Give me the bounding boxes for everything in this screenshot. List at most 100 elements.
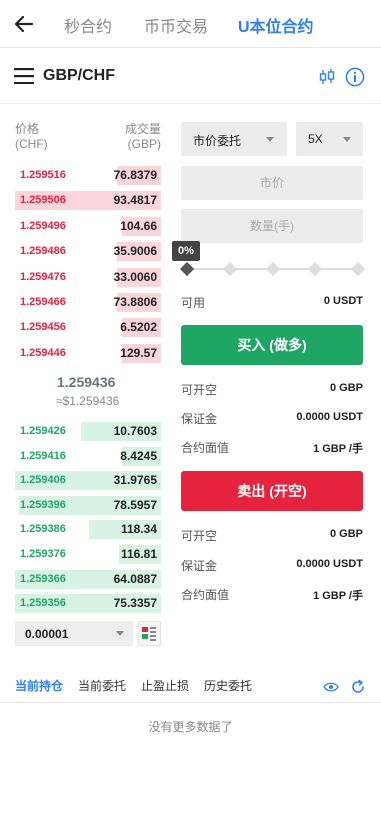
row-volume: 104.66 — [120, 218, 157, 233]
row-price: 1.259456 — [20, 321, 66, 334]
bid-row[interactable]: 1.259416 8.4245 — [15, 446, 161, 466]
ask-row[interactable]: 1.259466 73.8806 — [15, 293, 161, 312]
row-price: 1.259426 — [20, 425, 66, 437]
tab-spot-trading[interactable]: 币币交易 — [144, 13, 208, 37]
row-price: 1.259446 — [20, 346, 66, 359]
row-volume: 76.8379 — [113, 168, 157, 182]
last-price-usd: ≈$1.259436 — [56, 394, 120, 408]
section-divider — [0, 702, 381, 703]
quantity-input[interactable]: 数量(手) — [181, 209, 363, 243]
price-input[interactable]: 市价 — [181, 166, 363, 200]
row-volume: 31.9765 — [113, 473, 157, 488]
buy-long-button[interactable]: 买入 (做多) — [181, 325, 363, 365]
bid-row[interactable]: 1.259356 75.3357 — [15, 594, 161, 614]
row-price: 1.259366 — [20, 572, 66, 585]
row-price: 1.259416 — [20, 449, 66, 462]
chevron-down-icon — [116, 631, 124, 636]
bid-row[interactable]: 1.259396 78.5957 — [15, 495, 161, 515]
order-type-select[interactable]: 市价委托 — [181, 122, 287, 156]
pair-title[interactable]: GBP/CHF — [43, 67, 115, 85]
row-price: 1.259376 — [20, 548, 66, 560]
chevron-down-icon — [343, 137, 351, 142]
tab-second-contract[interactable]: 秒合约 — [64, 13, 112, 37]
bid-row[interactable]: 1.259366 64.0887 — [15, 569, 161, 589]
top-nav: 秒合约 币币交易 U本位合约 — [0, 0, 381, 48]
eye-icon[interactable] — [323, 681, 339, 693]
order-type-value: 市价委托 — [193, 134, 242, 148]
sell-face-value-value: 1 GBP /手 — [313, 590, 363, 602]
row-price: 1.259386 — [20, 523, 66, 536]
row-volume: 8.4245 — [120, 448, 157, 463]
slider-stop-25[interactable] — [222, 261, 238, 277]
ask-row[interactable]: 1.259496 104.66 — [15, 216, 161, 236]
empty-state-text: 没有更多数据了 — [148, 720, 233, 734]
row-price: 1.259406 — [20, 474, 66, 487]
row-volume: 78.5957 — [113, 497, 157, 512]
row-price: 1.259476 — [20, 270, 66, 283]
depth-layout-icon[interactable] — [138, 621, 161, 646]
sell-openable-label: 可开空 — [181, 529, 218, 543]
price-placeholder: 市价 — [259, 176, 284, 190]
buy-margin-label: 保证金 — [181, 412, 218, 426]
leverage-select[interactable]: 5X — [296, 122, 363, 156]
slider-stop-100[interactable] — [350, 261, 366, 277]
price-header-label: 价格 — [15, 122, 40, 136]
quantity-placeholder: 数量(手) — [250, 219, 294, 233]
row-price: 1.259496 — [20, 219, 66, 232]
buy-face-value-label: 合约面值 — [181, 441, 230, 455]
refresh-icon[interactable] — [350, 679, 366, 695]
buy-openable-value: 0 GBP — [329, 382, 363, 394]
ask-row[interactable]: 1.259506 93.4817 — [15, 191, 161, 211]
info-icon[interactable] — [345, 67, 365, 87]
sell-margin-label: 保证金 — [181, 559, 218, 573]
ask-row[interactable]: 1.259446 129.57 — [15, 343, 161, 363]
volume-header-label: 成交量 — [124, 122, 161, 136]
tab-take-profit-stop-loss[interactable]: 止盈止损 — [141, 677, 189, 694]
sell-face-value-label: 合约面值 — [181, 588, 230, 602]
tab-current-orders[interactable]: 当前委托 — [78, 677, 126, 694]
slider-stop-75[interactable] — [307, 261, 323, 277]
row-volume: 75.3357 — [113, 596, 157, 611]
volume-column-header: 成交量 (GBP) — [125, 122, 161, 152]
row-price: 1.259506 — [20, 194, 66, 207]
chevron-down-icon — [266, 137, 274, 142]
buy-margin-value: 0.0000 USDT — [296, 411, 363, 423]
pair-header: GBP/CHF — [0, 48, 381, 104]
row-volume: 33.0060 — [113, 269, 157, 284]
bid-row[interactable]: 1.259386 118.34 — [15, 520, 161, 540]
sell-short-button[interactable]: 卖出 (开空) — [181, 471, 363, 511]
menu-icon[interactable] — [14, 68, 34, 84]
buy-openable-label: 可开空 — [181, 383, 218, 397]
row-price: 1.259486 — [20, 245, 66, 258]
back-arrow-icon[interactable] — [12, 12, 36, 36]
available-label: 可用 — [181, 296, 206, 310]
price-header-unit: (CHF) — [15, 137, 48, 151]
row-price: 1.259396 — [20, 498, 66, 511]
volume-header-unit: (GBP) — [127, 137, 161, 151]
tab-current-positions[interactable]: 当前持仓 — [15, 677, 63, 694]
precision-value: 0.00001 — [25, 627, 69, 641]
row-volume: 118.34 — [120, 522, 157, 537]
percent-tooltip: 0% — [172, 241, 200, 261]
candlestick-chart-icon[interactable] — [318, 68, 336, 86]
ask-row[interactable]: 1.259516 76.8379 — [15, 166, 161, 185]
row-price: 1.259356 — [20, 597, 66, 610]
tab-order-history[interactable]: 历史委托 — [204, 677, 252, 694]
ask-row[interactable]: 1.259486 35.9006 — [15, 242, 161, 262]
precision-select[interactable]: 0.00001 — [15, 621, 133, 646]
bid-row[interactable]: 1.259376 116.81 — [15, 545, 161, 564]
ask-row[interactable]: 1.259476 33.0060 — [15, 267, 161, 287]
slider-stop-50[interactable] — [265, 261, 281, 277]
sell-margin-value: 0.0000 USDT — [296, 558, 363, 570]
bid-row[interactable]: 1.259426 10.7603 — [15, 422, 161, 441]
row-volume: 129.57 — [120, 345, 157, 360]
row-volume: 93.4817 — [113, 193, 157, 208]
ask-row[interactable]: 1.259456 6.5202 — [15, 318, 161, 338]
row-volume: 6.5202 — [120, 320, 157, 335]
slider-stop-0[interactable] — [179, 261, 195, 277]
bid-row[interactable]: 1.259406 31.9765 — [15, 471, 161, 491]
tab-usdt-contract[interactable]: U本位合约 — [238, 13, 314, 37]
row-volume: 35.9006 — [113, 244, 157, 259]
row-volume: 10.7603 — [113, 424, 157, 438]
leverage-value: 5X — [308, 132, 323, 146]
